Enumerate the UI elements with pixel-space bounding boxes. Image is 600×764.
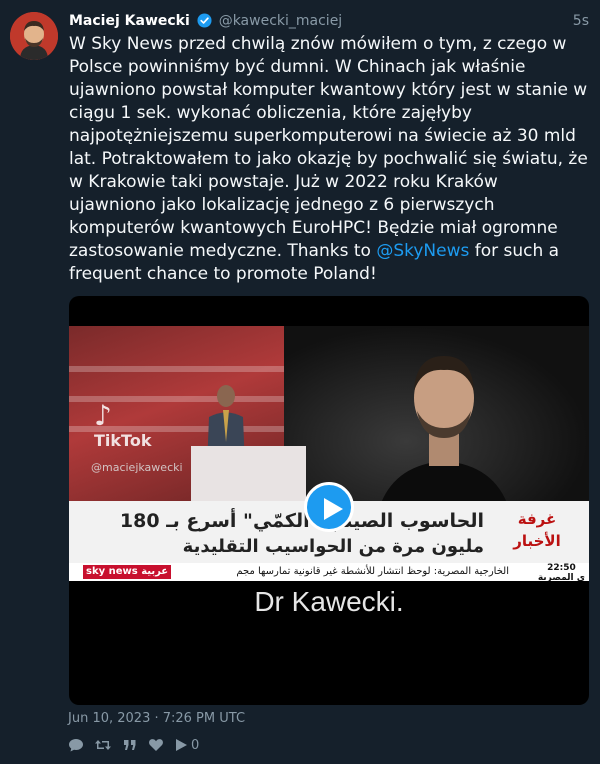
ticker-time: 22:50: [547, 563, 576, 573]
video-player[interactable]: ♪ TikTok @maciejkawecki الحاسوب الصيني "…: [69, 296, 589, 705]
retweet-button[interactable]: [94, 737, 112, 753]
tweet-timestamp[interactable]: Jun 10, 2023 · 7:26 PM UTC: [68, 711, 245, 726]
video-frame: ♪ TikTok @maciejkawecki الحاسوب الصيني "…: [69, 296, 589, 581]
reply-button[interactable]: [68, 737, 84, 753]
caption-line-1: الحاسوب الصيني "الكمّي" أسرع بـ 180: [119, 510, 484, 532]
play-button[interactable]: [304, 482, 354, 532]
verified-badge-icon: [197, 13, 212, 34]
tweet-text: W Sky News przed chwilą znów mówiłem o t…: [69, 33, 589, 286]
channel-name-box: غرفة الأخبار: [505, 508, 569, 558]
author-name[interactable]: Maciej Kawecki: [69, 13, 190, 29]
views-count: 0: [191, 737, 200, 753]
quote-button[interactable]: [122, 737, 138, 753]
quote-icon: [124, 740, 136, 750]
tweet-text-body: W Sky News przed chwilą znów mówiłem o t…: [69, 34, 588, 261]
ticker-right-text: ي المصرية: [537, 573, 585, 581]
tweet-header: Maciej Kawecki @kawecki_maciej 5s: [69, 11, 589, 31]
ticker-text: الخارجية المصرية: لوحظ انتشار للأنشطة غي…: [236, 566, 509, 577]
like-icon: [149, 739, 163, 751]
ticker-logo: sky news عربية: [83, 565, 172, 579]
studio-desk: [191, 446, 306, 502]
retweet-icon: [95, 740, 111, 750]
views-button[interactable]: 0: [174, 737, 199, 753]
tweet-actions: 0: [68, 736, 209, 754]
video-subtitle: Dr Kawecki.: [254, 586, 404, 617]
mention-link[interactable]: @SkyNews: [376, 241, 469, 261]
play-icon: [324, 498, 343, 520]
tiktok-icon: ♪: [94, 399, 112, 432]
ticker-clock: 22:50 ي المصرية: [538, 563, 585, 581]
tiktok-handle: @maciejkawecki: [91, 461, 183, 474]
channel-name-line-2: الأخبار: [513, 532, 561, 550]
author-avatar[interactable]: [10, 12, 58, 60]
reply-icon: [69, 739, 83, 752]
tiktok-brand: TikTok: [94, 431, 152, 450]
play-icon: [176, 739, 187, 751]
tiktok-watermark: ♪ TikTok: [94, 399, 152, 451]
caption-line-2: مليون مرة من الحواسيب التقليدية: [182, 536, 484, 557]
like-button[interactable]: [148, 737, 164, 753]
channel-name-line-1: غرفة: [517, 510, 557, 528]
time-ago[interactable]: 5s: [573, 11, 589, 31]
news-ticker: sky news عربية الخارجية المصرية: لوحظ ان…: [69, 563, 589, 581]
author-handle[interactable]: @kawecki_maciej: [219, 13, 343, 29]
